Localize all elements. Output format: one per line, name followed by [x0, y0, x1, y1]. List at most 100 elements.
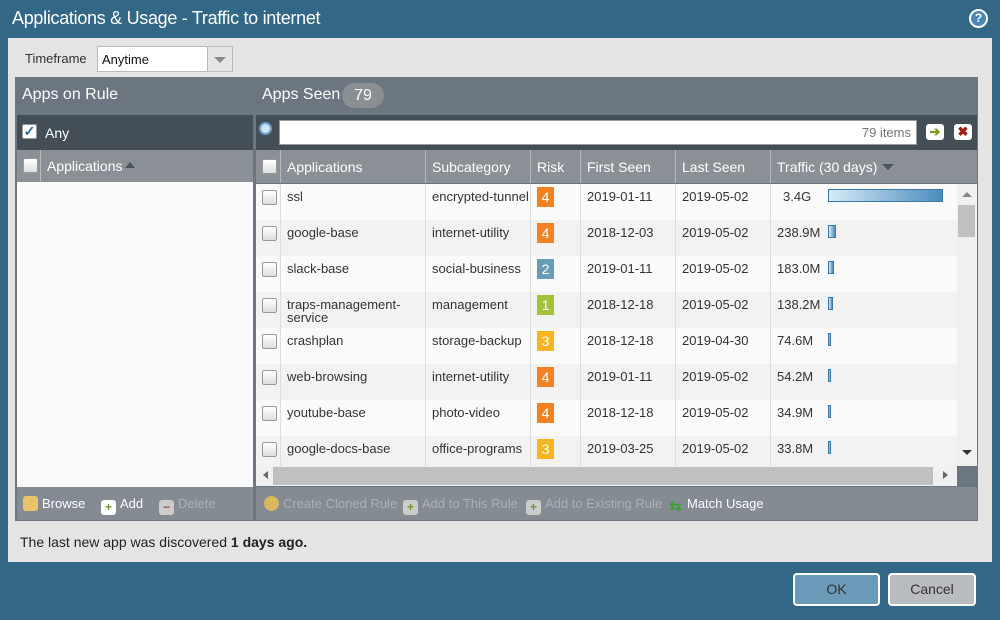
table-row[interactable]: youtube-base photo-video 4 2018-12-18 20…: [256, 400, 957, 436]
folder-search-icon: [23, 496, 38, 511]
app-name[interactable]: google-base: [287, 226, 427, 239]
column-divider: [675, 184, 676, 466]
scroll-down-icon[interactable]: [962, 450, 972, 455]
traffic-bar: [828, 261, 834, 274]
status-text: The last new app was discovered 1 days a…: [20, 534, 307, 550]
column-applications[interactable]: Applications: [47, 158, 123, 174]
traffic-bar: [828, 369, 831, 382]
app-name[interactable]: ssl: [287, 190, 427, 203]
any-row[interactable]: ✓ Any: [17, 115, 253, 150]
table-row[interactable]: google-base internet-utility 4 2018-12-0…: [256, 220, 957, 256]
risk-badge: 3: [537, 439, 554, 459]
column-applications[interactable]: Applications: [287, 159, 363, 175]
first-seen: 2018-12-18: [587, 333, 654, 348]
add-to-this-rule-button[interactable]: + Add to This Rule: [403, 496, 518, 515]
row-checkbox[interactable]: [262, 334, 277, 349]
row-checkbox[interactable]: [262, 370, 277, 385]
horizontal-scrollbar[interactable]: [256, 466, 957, 486]
timeframe-label: Timeframe: [25, 51, 87, 66]
apps-seen-count: 79: [342, 83, 384, 108]
column-divider: [770, 184, 771, 466]
first-seen: 2019-01-11: [587, 261, 653, 276]
match-usage-button[interactable]: ⇆ Match Usage: [668, 496, 764, 515]
timeframe-select[interactable]: Anytime: [97, 46, 233, 72]
app-name[interactable]: slack-base: [287, 262, 427, 275]
add-button[interactable]: + Add: [101, 496, 143, 515]
last-seen: 2019-05-02: [682, 405, 749, 420]
table-row[interactable]: traps-management-service management 1 20…: [256, 292, 957, 328]
clear-filter-icon[interactable]: ✖: [954, 124, 972, 140]
column-last-seen[interactable]: Last Seen: [682, 159, 745, 175]
app-name[interactable]: crashplan: [287, 334, 427, 347]
create-cloned-rule-button[interactable]: Create Cloned Rule: [264, 496, 397, 511]
table-row[interactable]: web-browsing internet-utility 4 2019-01-…: [256, 364, 957, 400]
column-divider: [580, 184, 581, 466]
traffic-value: 138.2M: [777, 297, 821, 312]
sort-desc-icon: [882, 164, 894, 170]
traffic-value: 34.9M: [777, 405, 814, 420]
row-checkbox[interactable]: [262, 298, 277, 313]
column-divider: [280, 184, 281, 466]
risk-badge: 2: [537, 259, 554, 279]
ok-button[interactable]: OK: [793, 573, 880, 606]
app-name[interactable]: traps-management-service: [287, 298, 427, 324]
table-row[interactable]: slack-base social-business 2 2019-01-11 …: [256, 256, 957, 292]
app-name[interactable]: web-browsing: [287, 370, 427, 383]
plus-icon: +: [101, 500, 116, 515]
table-row[interactable]: ssl encrypted-tunnel 4 2019-01-11 2019-0…: [256, 184, 957, 220]
swap-arrows-icon: ⇆: [669, 498, 682, 515]
app-name[interactable]: google-docs-base: [287, 442, 427, 455]
traffic-value: 3.4G: [783, 189, 812, 204]
subcategory: encrypted-tunnel: [432, 189, 529, 204]
browse-label: Browse: [42, 496, 86, 511]
column-risk[interactable]: Risk: [537, 159, 564, 175]
right-footer: Create Cloned Rule + Add to This Rule + Ad…: [256, 487, 977, 520]
row-checkbox[interactable]: [262, 226, 277, 241]
first-seen: 2018-12-03: [587, 225, 654, 240]
select-all-checkbox[interactable]: [23, 158, 38, 173]
row-checkbox[interactable]: [262, 406, 277, 421]
column-subcategory[interactable]: Subcategory: [432, 159, 511, 175]
cancel-button[interactable]: Cancel: [888, 573, 976, 606]
apply-filter-arrow-icon[interactable]: ➔: [926, 124, 944, 140]
app-name[interactable]: youtube-base: [287, 406, 427, 419]
last-seen: 2019-05-02: [682, 225, 749, 240]
scroll-left-icon[interactable]: [263, 471, 268, 479]
risk-badge: 4: [537, 403, 554, 423]
traffic-value: 183.0M: [777, 261, 821, 276]
traffic-value: 238.9M: [777, 225, 821, 240]
traffic-bar: [828, 297, 833, 310]
column-divider: [530, 184, 531, 466]
vertical-scrollbar[interactable]: [957, 184, 977, 466]
search-input[interactable]: [279, 120, 917, 145]
browse-button[interactable]: Browse: [23, 496, 85, 511]
any-checkbox[interactable]: ✓: [22, 124, 37, 139]
add-to-existing-rule-button[interactable]: + Add to Existing Rule: [526, 496, 662, 515]
match-usage-label: Match Usage: [687, 496, 764, 511]
apps-on-rule-title: Apps on Rule: [22, 86, 119, 103]
scroll-up-icon[interactable]: [962, 192, 972, 197]
add-label: Add: [120, 496, 144, 511]
timeframe-value: Anytime: [102, 52, 149, 67]
traffic-bar: [828, 333, 831, 346]
vertical-scroll-thumb[interactable]: [958, 205, 975, 237]
subcategory: storage-backup: [432, 333, 522, 348]
subcategory: social-business: [432, 261, 521, 276]
traffic-bar: [828, 405, 831, 418]
create-cloned-rule-label: Create Cloned Rule: [283, 496, 398, 511]
column-first-seen[interactable]: First Seen: [587, 159, 651, 175]
column-traffic[interactable]: Traffic (30 days): [777, 159, 877, 175]
risk-badge: 4: [537, 223, 554, 243]
scroll-right-icon[interactable]: [943, 471, 948, 479]
delete-button[interactable]: − Delete: [159, 496, 216, 515]
row-checkbox[interactable]: [262, 190, 277, 205]
table-row[interactable]: crashplan storage-backup 3 2018-12-18 20…: [256, 328, 957, 364]
row-checkbox[interactable]: [262, 442, 277, 457]
minus-icon: −: [159, 500, 174, 515]
chevron-down-icon[interactable]: [207, 47, 232, 71]
row-checkbox[interactable]: [262, 262, 277, 277]
select-all-apps-checkbox[interactable]: [262, 159, 277, 174]
horizontal-scroll-thumb[interactable]: [273, 467, 933, 485]
help-icon[interactable]: ?: [969, 9, 988, 28]
first-seen: 2018-12-18: [587, 405, 654, 420]
